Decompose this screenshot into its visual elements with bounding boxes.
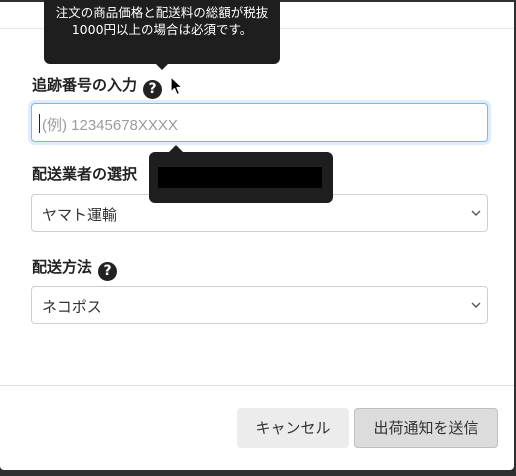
tooltip-arrow [169,145,183,152]
cancel-button[interactable]: キャンセル [237,408,349,448]
redacted-content [158,167,322,188]
carrier-label-text: 配送業者の選択 [32,165,138,183]
send-shipping-notice-button[interactable]: 出荷通知を送信 [354,408,498,448]
carrier-selected-value: ヤマト運輸 [42,206,118,224]
shipping-method-select[interactable]: ネコポス [31,286,488,324]
window-frame-bottom [0,470,516,476]
help-tooltip-text: 注文の商品価格と配送料の総額が税抜1000円以上の場合は必須です。 [55,5,269,37]
question-circle-icon[interactable]: ? [98,262,118,281]
tracking-number-placeholder: (例) 12345678XXXX [42,117,178,134]
shipping-method-label: 配送方法? [32,257,118,281]
tooltip-arrow [156,64,168,70]
tracking-number-label-text: 追跡番号の入力 [32,76,138,94]
chevron-down-icon [471,302,481,308]
tracking-number-label: 追跡番号の入力? [32,75,163,99]
text-caret [39,114,40,133]
help-tooltip: 注文の商品価格と配送料の総額が税抜1000円以上の場合は必須です。 [44,0,280,70]
shipping-notification-dialog: 追跡番号の入力? (例) 12345678XXXX 配送業者の選択 ヤマト運輸 … [0,2,514,470]
chevron-down-icon [471,210,481,216]
shipping-method-selected-value: ネコポス [42,298,102,316]
question-circle-icon[interactable]: ? [143,80,163,99]
shipping-method-label-text: 配送方法 [32,258,93,276]
redacted-tooltip [149,145,333,203]
carrier-label: 配送業者の選択 [32,164,137,184]
tracking-number-input[interactable]: (例) 12345678XXXX [31,103,488,142]
footer-divider [0,385,514,386]
mouse-pointer-icon [170,76,183,96]
